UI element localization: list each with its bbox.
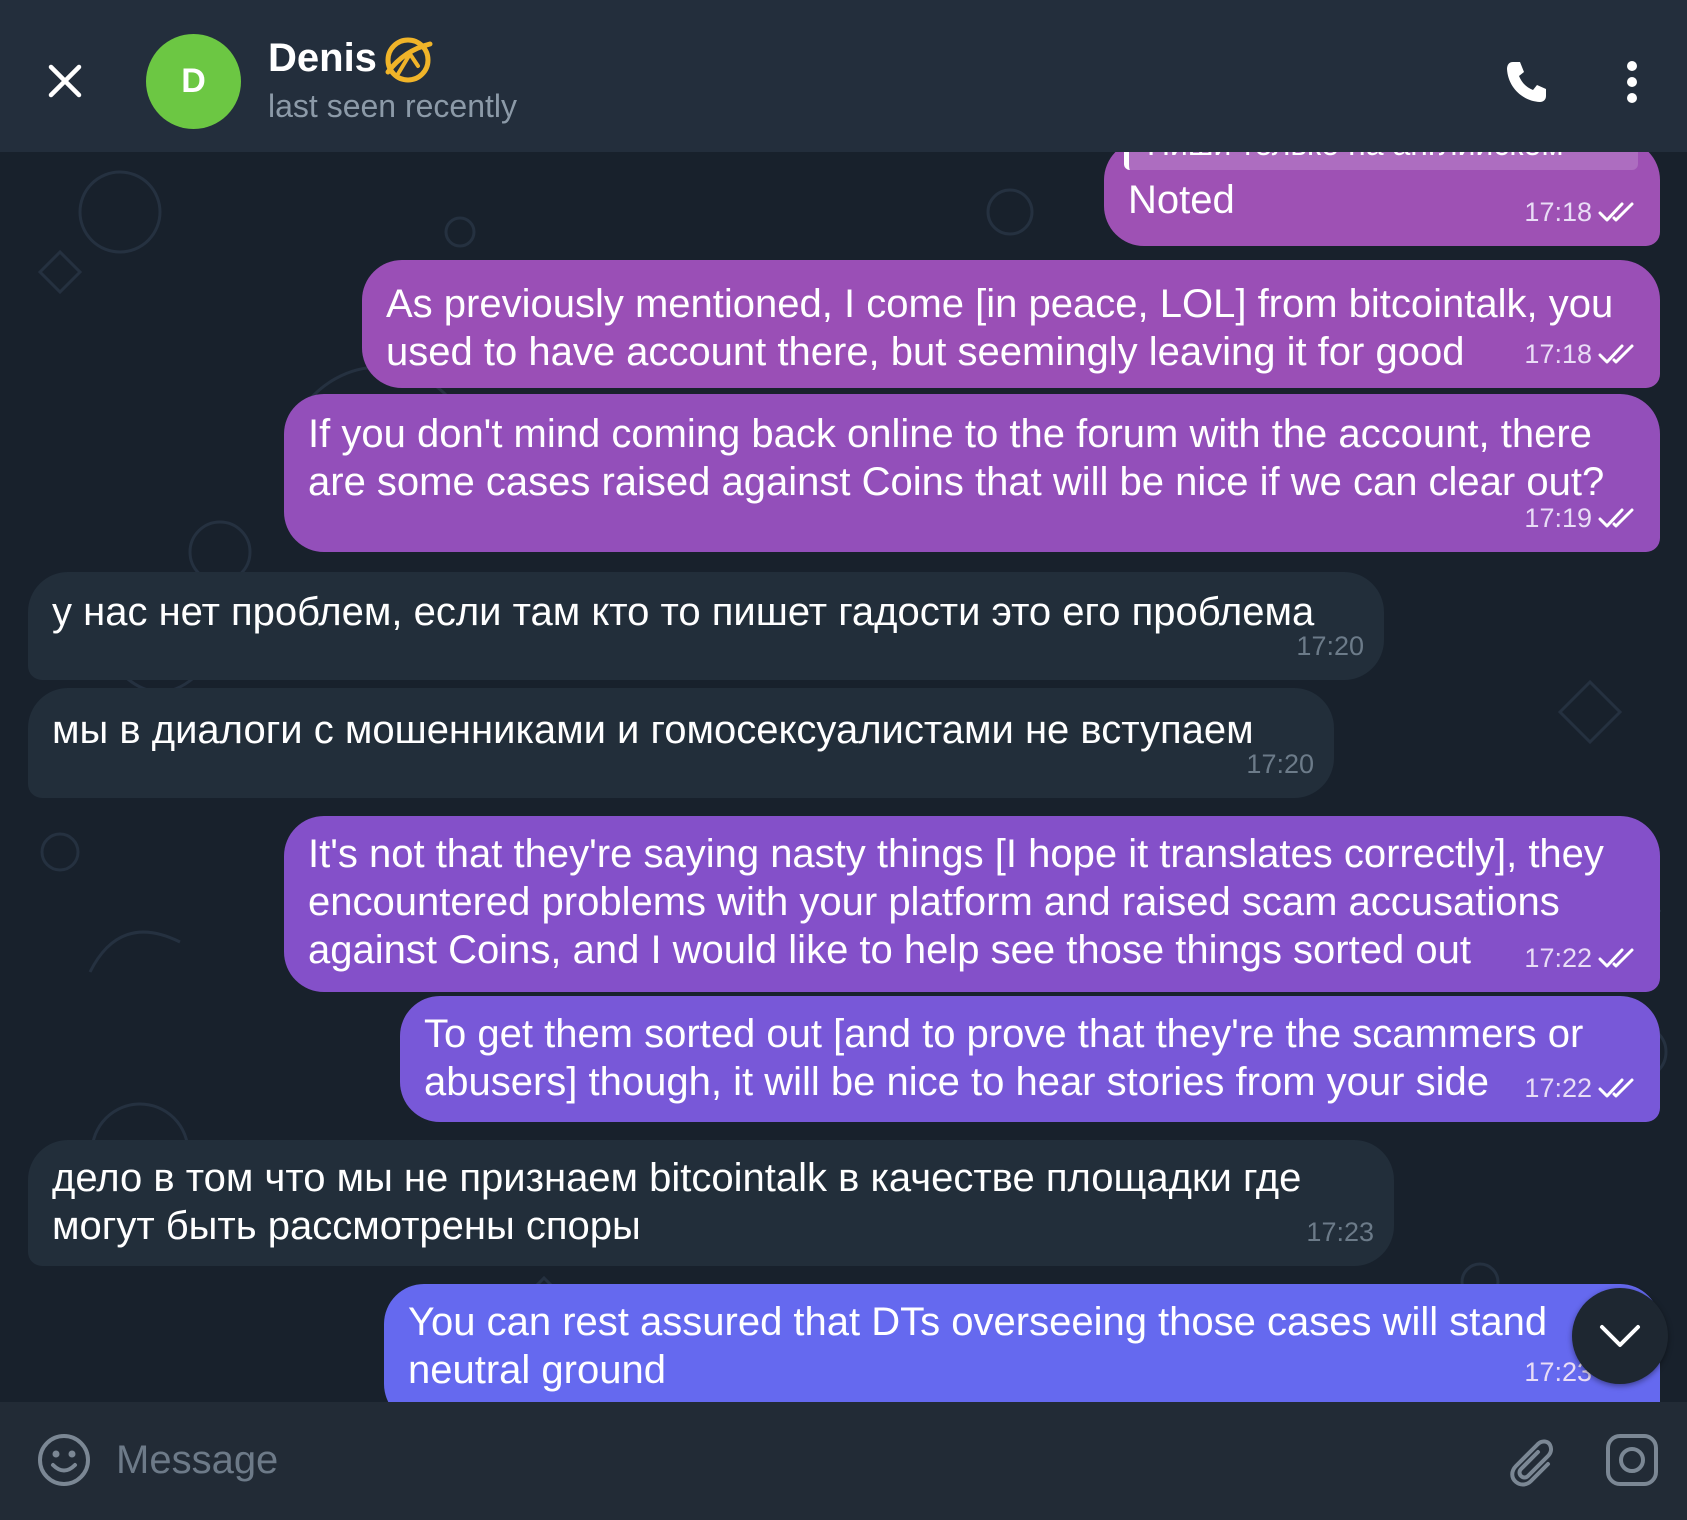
reply-preview-text: Пиши только на английском (1147, 152, 1563, 168)
message-meta: 17:20 (1246, 740, 1314, 788)
premium-badge-icon[interactable] (380, 32, 436, 88)
message-text: As previously mentioned, I come [in peac… (386, 282, 1614, 374)
message-text: If you don't mind coming back online to … (308, 412, 1605, 504)
chat-header: D Denis last seen recently (0, 0, 1687, 152)
message-text: у нас нет проблем, если там кто то пишет… (52, 590, 1315, 634)
chevron-down-icon (1600, 1325, 1640, 1347)
message-meta: 17:20 (1296, 622, 1364, 670)
incoming-message[interactable]: мы в диалоги с мошенниками и гомосексуал… (28, 688, 1334, 798)
outgoing-message[interactable]: To get them sorted out [and to prove tha… (400, 996, 1660, 1122)
message-list[interactable]: Пиши только на английском Noted 17:18 As… (0, 152, 1687, 1402)
message-time: 17:18 (1524, 339, 1592, 369)
outgoing-message[interactable]: If you don't mind coming back online to … (284, 394, 1660, 552)
outgoing-message[interactable]: Пиши только на английском Noted 17:18 (1104, 152, 1660, 246)
paperclip-icon[interactable] (1498, 1430, 1554, 1490)
double-check-icon (1598, 948, 1634, 968)
message-meta: 17:18 (1524, 330, 1640, 378)
message-meta: 17:22 (1524, 934, 1640, 982)
camera-icon[interactable] (1604, 1432, 1660, 1488)
contact-name[interactable]: Denis (268, 36, 377, 81)
message-text: You can rest assured that DTs overseeing… (408, 1300, 1548, 1392)
double-check-icon (1598, 344, 1634, 364)
message-time: 17:22 (1524, 943, 1592, 973)
message-composer (0, 1402, 1687, 1520)
message-time: 17:19 (1524, 503, 1592, 533)
outgoing-message[interactable]: You can rest assured that DTs overseeing… (384, 1284, 1660, 1402)
scroll-to-bottom-button[interactable] (1572, 1288, 1668, 1384)
outgoing-message[interactable]: As previously mentioned, I come [in peac… (362, 260, 1660, 388)
more-vertical-icon[interactable] (1612, 56, 1652, 108)
last-seen-status: last seen recently (268, 88, 518, 124)
incoming-message[interactable]: дело в том что мы не признаем bitcointal… (28, 1140, 1394, 1266)
message-text: дело в том что мы не признаем bitcointal… (52, 1156, 1302, 1248)
message-time: 17:20 (1296, 631, 1364, 661)
message-text: мы в диалоги с мошенниками и гомосексуал… (52, 708, 1254, 752)
message-time: 17:20 (1246, 749, 1314, 779)
message-meta: 17:18 (1524, 188, 1640, 236)
close-icon[interactable] (40, 56, 90, 106)
avatar[interactable]: D (146, 34, 241, 129)
avatar-letter: D (181, 62, 206, 100)
message-time: 17:22 (1524, 1073, 1592, 1103)
reply-preview[interactable]: Пиши только на английском (1124, 152, 1638, 170)
emoji-icon[interactable] (36, 1432, 92, 1488)
message-text: To get them sorted out [and to prove tha… (424, 1012, 1584, 1104)
message-time: 17:18 (1524, 197, 1592, 227)
message-meta: 17:19 (1524, 494, 1640, 542)
message-text: It's not that they're saying nasty thing… (308, 832, 1604, 972)
double-check-icon (1598, 1078, 1634, 1098)
double-check-icon (1598, 508, 1634, 528)
incoming-message[interactable]: у нас нет проблем, если там кто то пишет… (28, 572, 1384, 680)
outgoing-message[interactable]: It's not that they're saying nasty thing… (284, 816, 1660, 992)
message-text: Noted (1128, 178, 1235, 222)
double-check-icon (1598, 202, 1634, 222)
message-input[interactable] (116, 1430, 1466, 1490)
message-meta: 17:23 (1306, 1208, 1374, 1256)
message-meta: 17:22 (1524, 1064, 1640, 1112)
message-time: 17:23 (1306, 1217, 1374, 1247)
phone-icon[interactable] (1500, 56, 1552, 108)
